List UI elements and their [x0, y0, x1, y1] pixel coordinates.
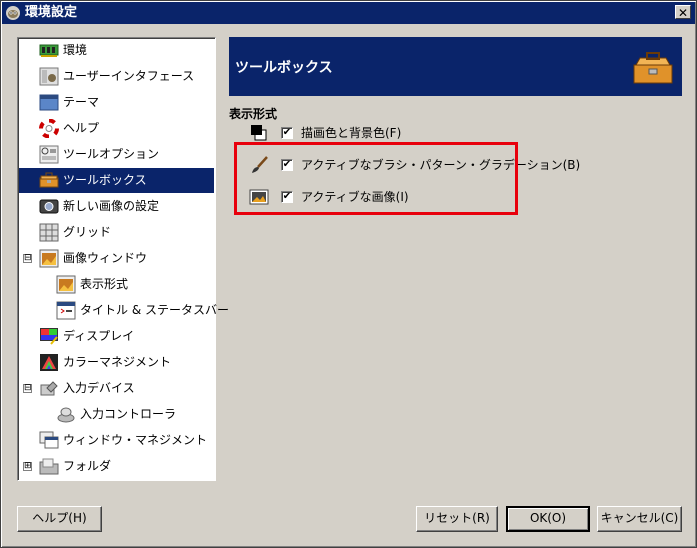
tree-item-label: 入力コントローラ [80, 407, 177, 421]
tree-item-label: 環境 [63, 43, 88, 57]
gimp-mascot-icon [39, 67, 59, 86]
tool-options-icon [39, 145, 59, 164]
tree-item-label: ヘルプ [63, 121, 100, 135]
window-management-icon [39, 431, 59, 450]
folder-icon [39, 457, 59, 476]
theme-window-icon [39, 93, 59, 112]
tree-item-theme[interactable]: テーマ [19, 90, 214, 115]
cancel-button[interactable]: キャンセル(C) [597, 506, 682, 532]
ok-button[interactable]: OK(O) [506, 506, 590, 532]
tree-item-label: ユーザーインタフェース [63, 69, 195, 83]
tree-item-grid[interactable]: グリッド [19, 220, 214, 245]
title-bar[interactable]: 環境設定 ✕ [2, 2, 695, 24]
preferences-window: 環境設定 ✕ 環境 ユーザーインタフェース テーマ ヘルプ ツールオプション ツ… [0, 0, 697, 548]
color-management-icon [39, 353, 59, 372]
lifebuoy-icon [39, 118, 59, 139]
fg-bg-colors-label[interactable]: 描画色と背景色(F) [301, 122, 401, 144]
tree-item-label: ウィンドウ・マネジメント [63, 433, 208, 447]
tree-item-label: テーマ [63, 95, 100, 109]
option-fg-bg-colors: ✔ 描画色と背景色(F) [249, 122, 509, 144]
tree-item-environment[interactable]: 環境 [19, 38, 214, 63]
tree-item-label: ツールオプション [63, 147, 160, 161]
tree-item-appearance[interactable]: 表示形式 [19, 272, 214, 297]
tree-item-help[interactable]: ヘルプ [19, 116, 214, 141]
tree-item-new-image[interactable]: 新しい画像の設定 [19, 194, 214, 219]
tree-item-label: 画像ウィンドウ [63, 251, 148, 265]
minus-icon: ⊟ [24, 383, 32, 393]
tree-item-image-window[interactable]: ⊟ 画像ウィンドウ [19, 246, 214, 271]
tree-item-label: 入力デバイス [63, 381, 135, 395]
memory-chip-icon [39, 41, 59, 60]
appearance-section-label: 表示形式 [229, 107, 278, 121]
minus-icon: ⊟ [24, 253, 32, 263]
tree-item-tool-options[interactable]: ツールオプション [19, 142, 214, 167]
toolbox-icon [39, 171, 59, 190]
image-window-icon [39, 249, 59, 268]
expand-toggle[interactable]: ⊞ [23, 462, 32, 471]
highlight-annotation-box [234, 142, 518, 215]
title-statusbar-icon [56, 301, 76, 320]
reset-button[interactable]: リセット(R) [416, 506, 498, 532]
tree-item-folders[interactable]: ⊞ フォルダ [19, 454, 214, 479]
tree-item-title-statusbar[interactable]: タイトル & ステータスバー [19, 298, 229, 323]
collapse-toggle[interactable]: ⊟ [23, 384, 32, 393]
tree-item-user-interface[interactable]: ユーザーインタフェース [19, 64, 214, 89]
tree-item-label: カラーマネジメント [63, 355, 172, 369]
tree-item-label: フォルダ [63, 459, 112, 473]
tree-item-toolbox[interactable]: ツールボックス [19, 168, 214, 193]
check-icon: ✔ [282, 127, 292, 138]
tree-item-input-controller[interactable]: 入力コントローラ [19, 402, 214, 427]
appearance-icon [56, 275, 76, 294]
tree-item-label: ツールボックス [63, 173, 147, 187]
new-image-icon [39, 197, 59, 216]
tree-item-window-management[interactable]: ウィンドウ・マネジメント [19, 428, 214, 453]
window-title: 環境設定 [25, 5, 78, 20]
fg-bg-colors-icon [249, 124, 269, 142]
tree-item-label: 表示形式 [80, 277, 129, 291]
preferences-tree[interactable]: 環境 ユーザーインタフェース テーマ ヘルプ ツールオプション ツールボックス … [17, 37, 229, 481]
tree-item-label: グリッド [63, 225, 112, 239]
plus-icon: ⊞ [24, 461, 32, 471]
help-button[interactable]: ヘルプ(H) [17, 506, 102, 532]
toolbox-icon [632, 51, 674, 85]
tree-item-label: 新しい画像の設定 [63, 199, 160, 213]
fg-bg-colors-checkbox[interactable]: ✔ [281, 127, 293, 139]
section-banner: ツールボックス [229, 37, 682, 96]
gimp-app-icon [6, 6, 20, 20]
tree-item-color-management[interactable]: カラーマネジメント [19, 350, 214, 375]
input-devices-icon [39, 379, 59, 398]
close-button[interactable]: ✕ [675, 5, 691, 20]
page-title: ツールボックス [235, 60, 333, 76]
close-icon: ✕ [677, 6, 689, 20]
input-controller-icon [56, 405, 76, 424]
collapse-toggle[interactable]: ⊟ [23, 254, 32, 263]
tree-item-display[interactable]: ディスプレイ [19, 324, 214, 349]
tree-item-label: ディスプレイ [63, 329, 135, 343]
tree-item-input-devices[interactable]: ⊟ 入力デバイス [19, 376, 214, 401]
display-icon [39, 327, 59, 346]
tree-item-label: タイトル & ステータスバー [80, 303, 229, 317]
grid-icon [39, 223, 59, 242]
